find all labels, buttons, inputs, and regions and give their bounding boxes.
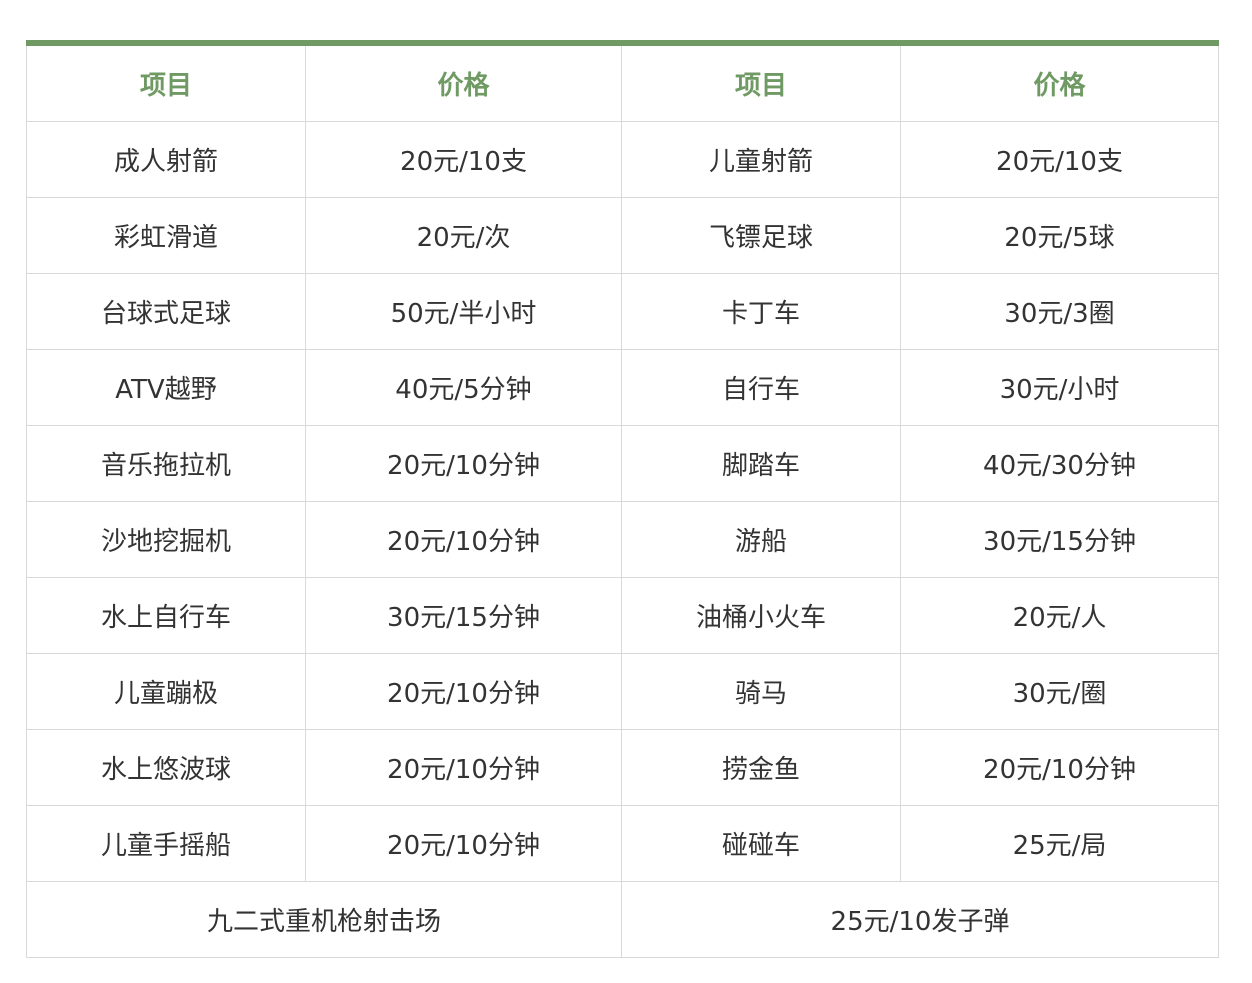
table-cell-price: 20元/10支	[305, 121, 622, 198]
table-cell-price: 20元/次	[305, 197, 622, 274]
table-cell-price: 30元/3圈	[900, 273, 1219, 350]
table-cell-item: 水上自行车	[26, 577, 306, 654]
table-cell-item: 卡丁车	[621, 273, 901, 350]
table-row: ATV越野 40元/5分钟 自行车 30元/小时	[26, 349, 1219, 426]
table-header-row: 项目 价格 项目 价格	[26, 42, 1219, 122]
table-cell-price: 20元/人	[900, 577, 1219, 654]
header-price-2: 价格	[900, 42, 1219, 122]
table-cell-price-merged: 25元/10发子弹	[621, 881, 1219, 958]
table-cell-item: 脚踏车	[621, 425, 901, 502]
table-cell-price: 20元/10分钟	[900, 729, 1219, 806]
table-cell-price: 20元/10分钟	[305, 425, 622, 502]
table-cell-item: 台球式足球	[26, 273, 306, 350]
table-cell-item: 彩虹滑道	[26, 197, 306, 274]
table-row: 音乐拖拉机 20元/10分钟 脚踏车 40元/30分钟	[26, 425, 1219, 502]
table-cell-item: 沙地挖掘机	[26, 501, 306, 578]
table-cell-price: 20元/10支	[900, 121, 1219, 198]
table-cell-item: 成人射箭	[26, 121, 306, 198]
table-row: 台球式足球 50元/半小时 卡丁车 30元/3圈	[26, 273, 1219, 350]
table-cell-item: 儿童射箭	[621, 121, 901, 198]
price-table: 项目 价格 项目 价格 成人射箭 20元/10支 儿童射箭 20元/10支 彩虹…	[26, 40, 1219, 958]
table-cell-price: 20元/10分钟	[305, 653, 622, 730]
table-cell-price: 40元/5分钟	[305, 349, 622, 426]
table-cell-item: 儿童蹦极	[26, 653, 306, 730]
table-row: 水上自行车 30元/15分钟 油桶小火车 20元/人	[26, 577, 1219, 654]
header-item-2: 项目	[621, 42, 901, 122]
table-cell-price: 20元/5球	[900, 197, 1219, 274]
table-cell-item: 油桶小火车	[621, 577, 901, 654]
table-cell-item: 游船	[621, 501, 901, 578]
table-cell-item: 飞镖足球	[621, 197, 901, 274]
table-row-merged: 九二式重机枪射击场 25元/10发子弹	[26, 881, 1219, 958]
table-cell-item: 自行车	[621, 349, 901, 426]
table-cell-item: 音乐拖拉机	[26, 425, 306, 502]
table-cell-item: 碰碰车	[621, 805, 901, 882]
table-cell-item-merged: 九二式重机枪射击场	[26, 881, 622, 958]
table-cell-item: ATV越野	[26, 349, 306, 426]
table-cell-price: 25元/局	[900, 805, 1219, 882]
table-cell-price: 50元/半小时	[305, 273, 622, 350]
table-row: 儿童蹦极 20元/10分钟 骑马 30元/圈	[26, 653, 1219, 730]
header-price-1: 价格	[305, 42, 622, 122]
table-row: 成人射箭 20元/10支 儿童射箭 20元/10支	[26, 121, 1219, 198]
table-cell-price: 20元/10分钟	[305, 729, 622, 806]
table-cell-item: 水上悠波球	[26, 729, 306, 806]
header-item-1: 项目	[26, 42, 306, 122]
table-cell-price: 20元/10分钟	[305, 501, 622, 578]
table-cell-price: 30元/圈	[900, 653, 1219, 730]
table-cell-price: 40元/30分钟	[900, 425, 1219, 502]
table-cell-price: 20元/10分钟	[305, 805, 622, 882]
table-cell-price: 30元/15分钟	[900, 501, 1219, 578]
table-cell-item: 捞金鱼	[621, 729, 901, 806]
table-row: 儿童手摇船 20元/10分钟 碰碰车 25元/局	[26, 805, 1219, 882]
table-cell-item: 儿童手摇船	[26, 805, 306, 882]
table-cell-item: 骑马	[621, 653, 901, 730]
table-row: 彩虹滑道 20元/次 飞镖足球 20元/5球	[26, 197, 1219, 274]
table-row: 水上悠波球 20元/10分钟 捞金鱼 20元/10分钟	[26, 729, 1219, 806]
table-cell-price: 30元/小时	[900, 349, 1219, 426]
table-row: 沙地挖掘机 20元/10分钟 游船 30元/15分钟	[26, 501, 1219, 578]
table-cell-price: 30元/15分钟	[305, 577, 622, 654]
price-table-container: 项目 价格 项目 价格 成人射箭 20元/10支 儿童射箭 20元/10支 彩虹…	[26, 40, 1219, 958]
